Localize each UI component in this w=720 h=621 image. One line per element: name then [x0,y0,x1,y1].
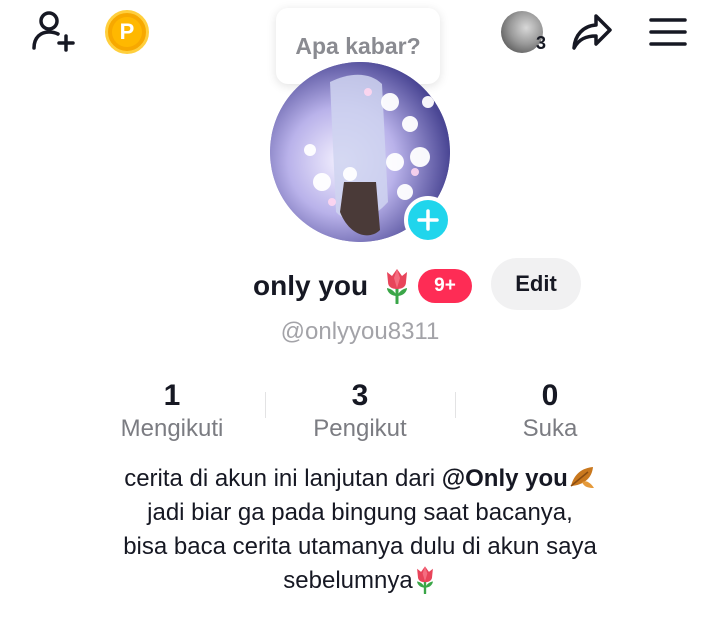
stat-likes[interactable]: 0 Suka [450,378,650,444]
bio-mention-link[interactable]: @Only you [442,465,568,492]
profile-name-row: only you 9+ Edit [0,258,720,314]
tulip-icon [382,266,412,309]
menu-icon [649,18,687,46]
bio-line-2: jadi biar ga pada bingung saat bacanya, [147,499,573,526]
share-button[interactable] [566,8,618,56]
add-friend-button[interactable] [28,8,78,54]
points-button[interactable]: P [104,9,150,55]
points-coin-icon: P [105,10,149,54]
bio-line-1-text: cerita di akun ini lanjutan dari [124,465,442,492]
profile-bio: cerita di akun ini lanjutan dari @Only y… [0,462,720,598]
edit-profile-button[interactable]: Edit [491,258,581,310]
profile-name: only you [253,270,369,301]
add-user-icon [32,11,75,52]
stat-likes-value: 0 [541,379,559,412]
tulip-icon [416,566,433,595]
notification-badge[interactable]: 9+ [418,269,472,303]
visitor-count: 3 [535,33,546,53]
bio-line-4-text: sebelumnya [283,567,413,594]
profile-avatar-container[interactable] [270,62,452,244]
profile-handle: @onlyyou8311 [280,318,440,345]
bio-line-1: cerita di akun ini lanjutan dari @Only y… [0,462,720,496]
stat-followers[interactable]: 3 Pengikut [260,378,460,444]
bio-line-4: sebelumnya [0,564,720,598]
stat-likes-label: Suka [522,415,578,442]
plus-icon [417,209,439,231]
share-icon [572,14,612,50]
menu-button[interactable] [644,8,692,56]
add-story-button[interactable] [404,196,452,244]
stat-followers-value: 3 [351,379,369,412]
autumn-leaf-icon [570,467,594,488]
status-bubble-text: Apa kabar? [295,32,421,59]
stat-following[interactable]: 1 Mengikuti [72,378,272,444]
stat-followers-label: Pengikut [313,415,407,442]
points-letter: P [112,17,142,47]
profile-visitors-button[interactable]: 3 [494,8,550,56]
stat-following-value: 1 [163,379,181,412]
stat-following-label: Mengikuti [120,415,224,442]
bio-line-3: bisa baca cerita utamanya dulu di akun s… [123,533,597,560]
